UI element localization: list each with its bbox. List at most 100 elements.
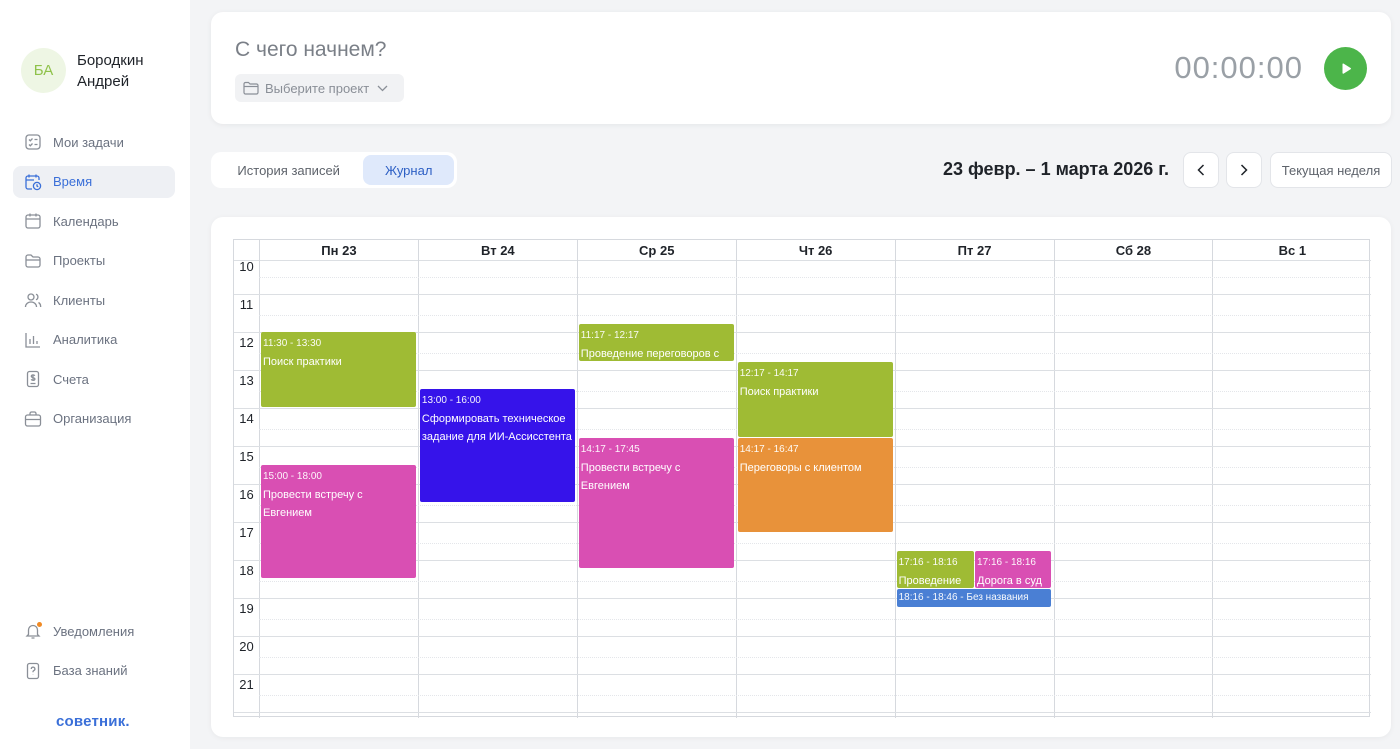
hour-line xyxy=(234,674,1372,675)
sidebar-item-label: Проекты xyxy=(53,253,106,268)
time-entry-block[interactable]: 18:16 - 18:46 - Без названия xyxy=(896,589,1052,608)
time-entry-block[interactable]: 11:17 - 12:17 Проведение переговоров с xyxy=(578,323,734,361)
day-header[interactable]: Пн 23 xyxy=(259,240,418,260)
checklist-icon xyxy=(24,133,42,151)
hour-label: 12 xyxy=(239,335,254,350)
sidebar-item-organization[interactable]: Организация xyxy=(13,403,175,435)
sidebar-item-clients[interactable]: Клиенты xyxy=(13,284,175,316)
time-entry-block[interactable]: 14:17 - 17:45 Провести встречу с Евгением xyxy=(578,437,734,569)
project-select[interactable]: Выберите проект xyxy=(235,74,405,102)
sidebar-item-label: Клиенты xyxy=(53,292,106,308)
day-column-divider xyxy=(1212,240,1214,718)
day-header[interactable]: Чт 26 xyxy=(735,240,895,260)
task-description-input[interactable]: С чего начнем? xyxy=(235,38,386,62)
sidebar-item-calendar[interactable]: Календарь xyxy=(13,205,175,237)
tab-journal[interactable]: Журнал xyxy=(363,155,454,185)
project-select-label: Выберите проект xyxy=(265,80,370,96)
sidebar-item-my-tasks[interactable]: Мои задачи xyxy=(13,126,175,158)
sidebar-item-label: Календарь xyxy=(53,213,119,229)
hour-label: 16 xyxy=(239,487,254,502)
users-icon xyxy=(24,291,42,309)
entry-time: 18:16 - 18:46 - Без названия xyxy=(898,592,1029,604)
chevron-left-icon xyxy=(1197,164,1205,176)
bell-icon xyxy=(24,622,42,640)
entry-time: 14:17 - 16:47 xyxy=(739,443,799,455)
quarter-line xyxy=(259,543,1372,544)
entry-title: Проведение переговоров с xyxy=(580,347,720,360)
header-divider xyxy=(234,260,1372,261)
sidebar-item-label: Мои задачи xyxy=(53,134,124,150)
day-header[interactable]: Вт 24 xyxy=(417,240,577,260)
entry-title: Проведение xyxy=(898,575,962,588)
notification-dot xyxy=(37,622,42,627)
entry-title: Дорога в суд xyxy=(977,575,1042,588)
current-week-button[interactable]: Текущая неделя xyxy=(1270,152,1392,188)
hour-label: 20 xyxy=(239,639,254,654)
start-timer-button[interactable] xyxy=(1324,47,1367,90)
play-icon xyxy=(1342,62,1351,74)
entry-title: Провести встречу с Евгением xyxy=(263,489,363,519)
entry-time: 12:17 - 14:17 xyxy=(739,367,799,379)
time-entry-block[interactable]: 12:17 - 14:17 Поиск практики xyxy=(737,361,893,437)
next-week-button[interactable] xyxy=(1226,152,1262,188)
calendar-grid: Пн 23 Вт 24 Ср 25 Чт 26 Пт 27 Сб 28 Вс 1 10 11 12… xyxy=(233,239,1372,718)
bottom-nav: Уведомления База знаний xyxy=(13,615,175,694)
folder-icon xyxy=(24,252,42,270)
day-column-divider xyxy=(735,240,737,718)
main-nav: Мои задачи Время Календарь Проекты Клиен… xyxy=(13,126,175,442)
quarter-line xyxy=(259,315,1372,316)
hour-label: 21 xyxy=(239,677,254,692)
entry-title: Сформировать техническое задание для ИИ-… xyxy=(421,413,572,443)
entry-time: 15:00 - 18:00 xyxy=(263,471,322,482)
entry-title: Поиск практики xyxy=(739,385,819,398)
day-header[interactable]: Ср 25 xyxy=(576,240,736,260)
entry-title: Провести встречу с Евгением xyxy=(580,461,681,492)
user-profile[interactable]: БА Бородкин Андрей xyxy=(21,48,167,93)
sidebar-item-time[interactable]: Время xyxy=(13,165,175,198)
tab-history[interactable]: История записей xyxy=(214,155,363,185)
view-tabs: История записей Журнал xyxy=(211,152,457,188)
hour-label: 18 xyxy=(239,563,254,578)
avatar[interactable]: БА xyxy=(21,48,66,93)
sidebar-item-analytics[interactable]: Аналитика xyxy=(13,324,175,356)
day-header[interactable]: Пт 27 xyxy=(894,240,1054,260)
entry-time: 11:30 - 13:30 xyxy=(263,338,322,349)
brand-logo[interactable]: советник. xyxy=(56,713,130,730)
timer-display: 00:00:00 xyxy=(1174,50,1303,85)
hour-label: 17 xyxy=(239,525,254,540)
hour-line xyxy=(234,712,1372,713)
day-column-divider xyxy=(1053,240,1055,718)
hour-label: 13 xyxy=(239,373,254,388)
day-header[interactable]: Вс 1 xyxy=(1212,240,1371,260)
hour-label: 15 xyxy=(239,449,254,464)
time-tracker-bar: С чего начнем? Выберите проект 00:00:00 xyxy=(211,12,1391,124)
time-entry-block[interactable]: 11:30 - 13:30 Поиск практики xyxy=(261,332,416,407)
time-entry-block[interactable]: 17:16 - 18:16 Дорога в суд xyxy=(975,551,1052,589)
time-entry-block[interactable]: 13:00 - 16:00 Сформировать техническое за… xyxy=(419,389,575,502)
sidebar-item-knowledge-base[interactable]: База знаний xyxy=(13,655,175,687)
time-entry-block[interactable]: 17:16 - 18:16 Проведение xyxy=(896,551,975,589)
entry-time: 17:16 - 18:16 xyxy=(898,557,958,569)
day-header[interactable]: Сб 28 xyxy=(1053,240,1213,260)
quarter-line xyxy=(259,695,1372,696)
previous-week-button[interactable] xyxy=(1183,152,1219,188)
sidebar-item-invoices[interactable]: Счета xyxy=(13,363,175,395)
chevron-down-icon xyxy=(377,85,388,91)
briefcase-icon xyxy=(24,410,42,428)
sidebar-item-label: Время xyxy=(53,174,93,189)
sidebar-item-label: Аналитика xyxy=(53,332,118,347)
time-entry-block[interactable]: 14:17 - 16:47 Переговоры с клиентом xyxy=(737,437,893,532)
day-column-divider xyxy=(894,240,896,718)
sidebar-item-notifications[interactable]: Уведомления xyxy=(13,615,175,647)
entry-time: 17:16 - 18:16 xyxy=(977,557,1036,569)
hour-label: 14 xyxy=(239,411,254,426)
sidebar: БА Бородкин Андрей Мои задачи Время Кале… xyxy=(0,0,190,749)
sidebar-item-projects[interactable]: Проекты xyxy=(13,245,175,277)
help-doc-icon xyxy=(24,662,42,680)
date-range-title: 23 февр. – 1 марта 2026 г. xyxy=(942,159,1169,179)
day-column-divider xyxy=(259,240,260,718)
quarter-line xyxy=(259,581,1372,582)
user-name: Бородкин Андрей xyxy=(77,51,144,90)
sidebar-item-label: Организация xyxy=(53,411,132,426)
time-entry-block[interactable]: 15:00 - 18:00 Провести встречу с Евгением xyxy=(261,465,416,578)
